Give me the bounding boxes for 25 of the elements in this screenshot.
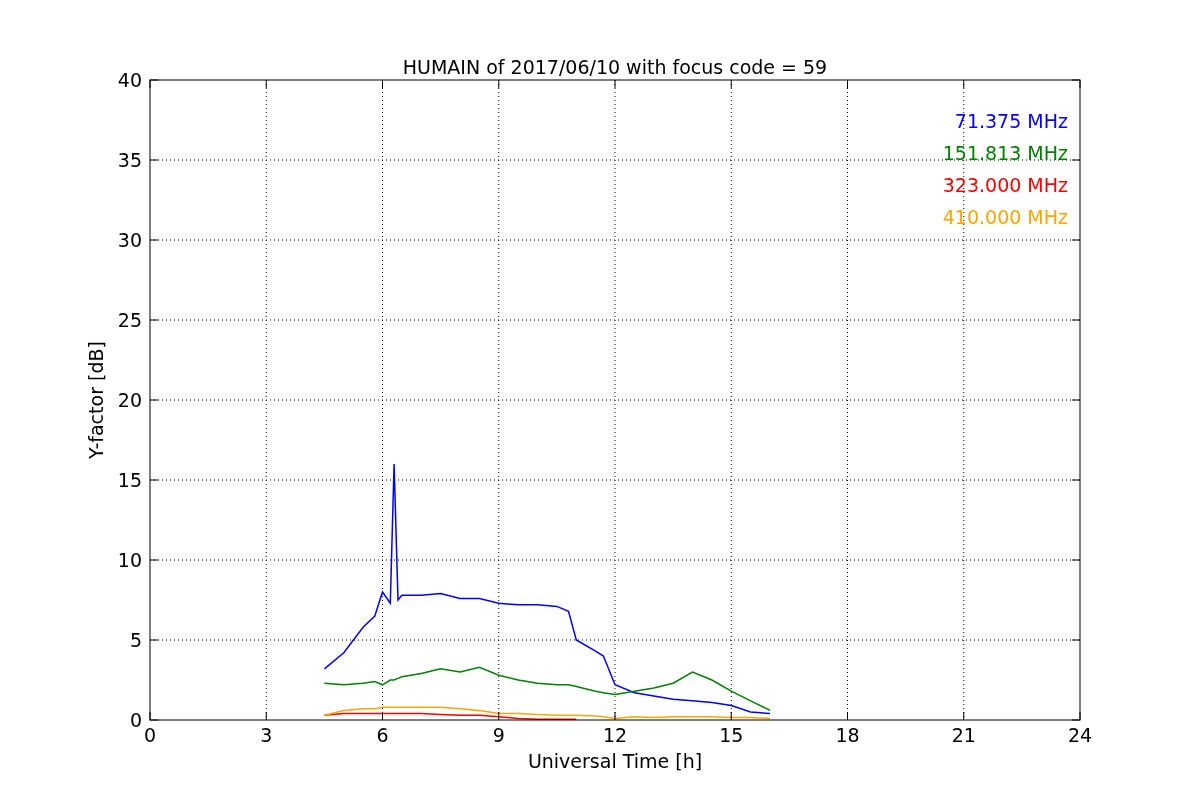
tick-label: 5 — [129, 629, 142, 651]
tick-label: 15 — [117, 469, 142, 491]
tick-label: 0 — [129, 709, 142, 731]
tick-label: 20 — [117, 389, 142, 411]
legend-label: 323.000 MHz — [942, 174, 1068, 196]
tick-label: 15 — [719, 724, 744, 746]
tick-label: 6 — [376, 724, 389, 746]
tick-label: 21 — [951, 724, 976, 746]
tick-label: 18 — [835, 724, 860, 746]
tick-label: 40 — [117, 69, 142, 91]
axis-label: Universal Time [h] — [527, 750, 703, 772]
legend-label: 410.000 MHz — [942, 206, 1068, 228]
tick-label: 24 — [1067, 724, 1093, 746]
tick-label: 9 — [492, 724, 505, 746]
tick-label: 3 — [260, 724, 273, 746]
legend-label: 151.813 MHz — [942, 142, 1068, 164]
tick-label: 10 — [117, 549, 142, 571]
axis-label: Y-factor [dB] — [85, 341, 107, 459]
tick-label: 0 — [143, 724, 157, 746]
legend-label: 71.375 MHz — [954, 110, 1068, 132]
tick-label: 25 — [117, 309, 142, 331]
tick-label: 12 — [602, 724, 628, 746]
tick-label: 30 — [117, 229, 142, 251]
chart-title: HUMAIN of 2017/06/10 with focus code = 59 — [402, 56, 828, 78]
tick-label: 35 — [117, 149, 142, 171]
